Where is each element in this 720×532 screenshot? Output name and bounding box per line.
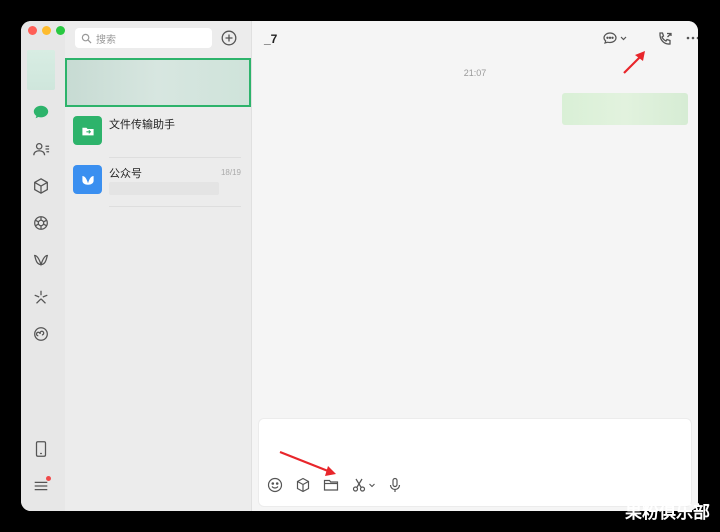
chat-row-file-transfer[interactable]: 文件传输助手 — [65, 110, 251, 156]
user-avatar[interactable] — [27, 50, 55, 90]
watermark-text: 果粉俱乐部 — [625, 503, 710, 522]
chat-list-panel: 搜索 文件传输助手 公众号 18/19 — [65, 21, 252, 511]
annotation-arrow-top — [623, 51, 645, 74]
chat-title: 公众号 — [109, 168, 142, 180]
add-icon[interactable] — [221, 30, 237, 46]
discover-icon[interactable] — [29, 285, 53, 309]
emoji-icon[interactable] — [267, 477, 283, 493]
chat-row-official-accounts[interactable]: 公众号 18/19 — [65, 159, 251, 205]
window-controls — [28, 26, 65, 35]
contacts-icon[interactable] — [29, 137, 53, 161]
navigation-rail — [21, 21, 65, 511]
notification-badge — [46, 476, 51, 481]
menu-icon[interactable] — [29, 474, 53, 498]
more-options-icon[interactable] — [686, 31, 698, 45]
annotation-arrow-bottom — [279, 450, 336, 476]
chat-info-icon[interactable] — [603, 31, 629, 45]
app-window: 搜索 文件传输助手 公众号 18/19 _7 21:07 — [21, 21, 698, 511]
selected-chat-row[interactable] — [65, 58, 251, 107]
search-placeholder: 搜索 — [96, 34, 116, 46]
conversation-title: _7 — [264, 32, 278, 46]
chat-preview-blurred — [109, 182, 219, 195]
chat-title: 文件传输助手 — [109, 119, 175, 131]
search-input[interactable]: 搜索 — [75, 28, 212, 48]
divider — [109, 206, 241, 207]
outgoing-message-bubble[interactable] — [562, 93, 688, 125]
folder-icon[interactable] — [323, 477, 339, 493]
moments-icon[interactable] — [29, 211, 53, 235]
box-icon[interactable] — [295, 477, 311, 493]
chat-icon[interactable] — [29, 100, 53, 124]
file-transfer-icon — [73, 116, 102, 145]
chat-area: _7 21:07 — [252, 21, 698, 511]
screenshot-scissors-icon[interactable] — [351, 477, 367, 493]
divider — [109, 157, 241, 158]
official-accounts-icon — [73, 165, 102, 194]
miniprogram-icon[interactable] — [29, 322, 53, 346]
zoom-window-button[interactable] — [56, 26, 65, 35]
channels-icon[interactable] — [29, 248, 53, 272]
phone-icon[interactable] — [29, 437, 53, 461]
box-icon[interactable] — [29, 174, 53, 198]
search-icon — [81, 33, 92, 44]
microphone-icon[interactable] — [387, 477, 403, 493]
minimize-window-button[interactable] — [42, 26, 51, 35]
voice-call-icon[interactable] — [657, 31, 673, 47]
chat-time: 18/19 — [220, 168, 241, 177]
close-window-button[interactable] — [28, 26, 37, 35]
chevron-down-icon[interactable] — [368, 477, 376, 493]
